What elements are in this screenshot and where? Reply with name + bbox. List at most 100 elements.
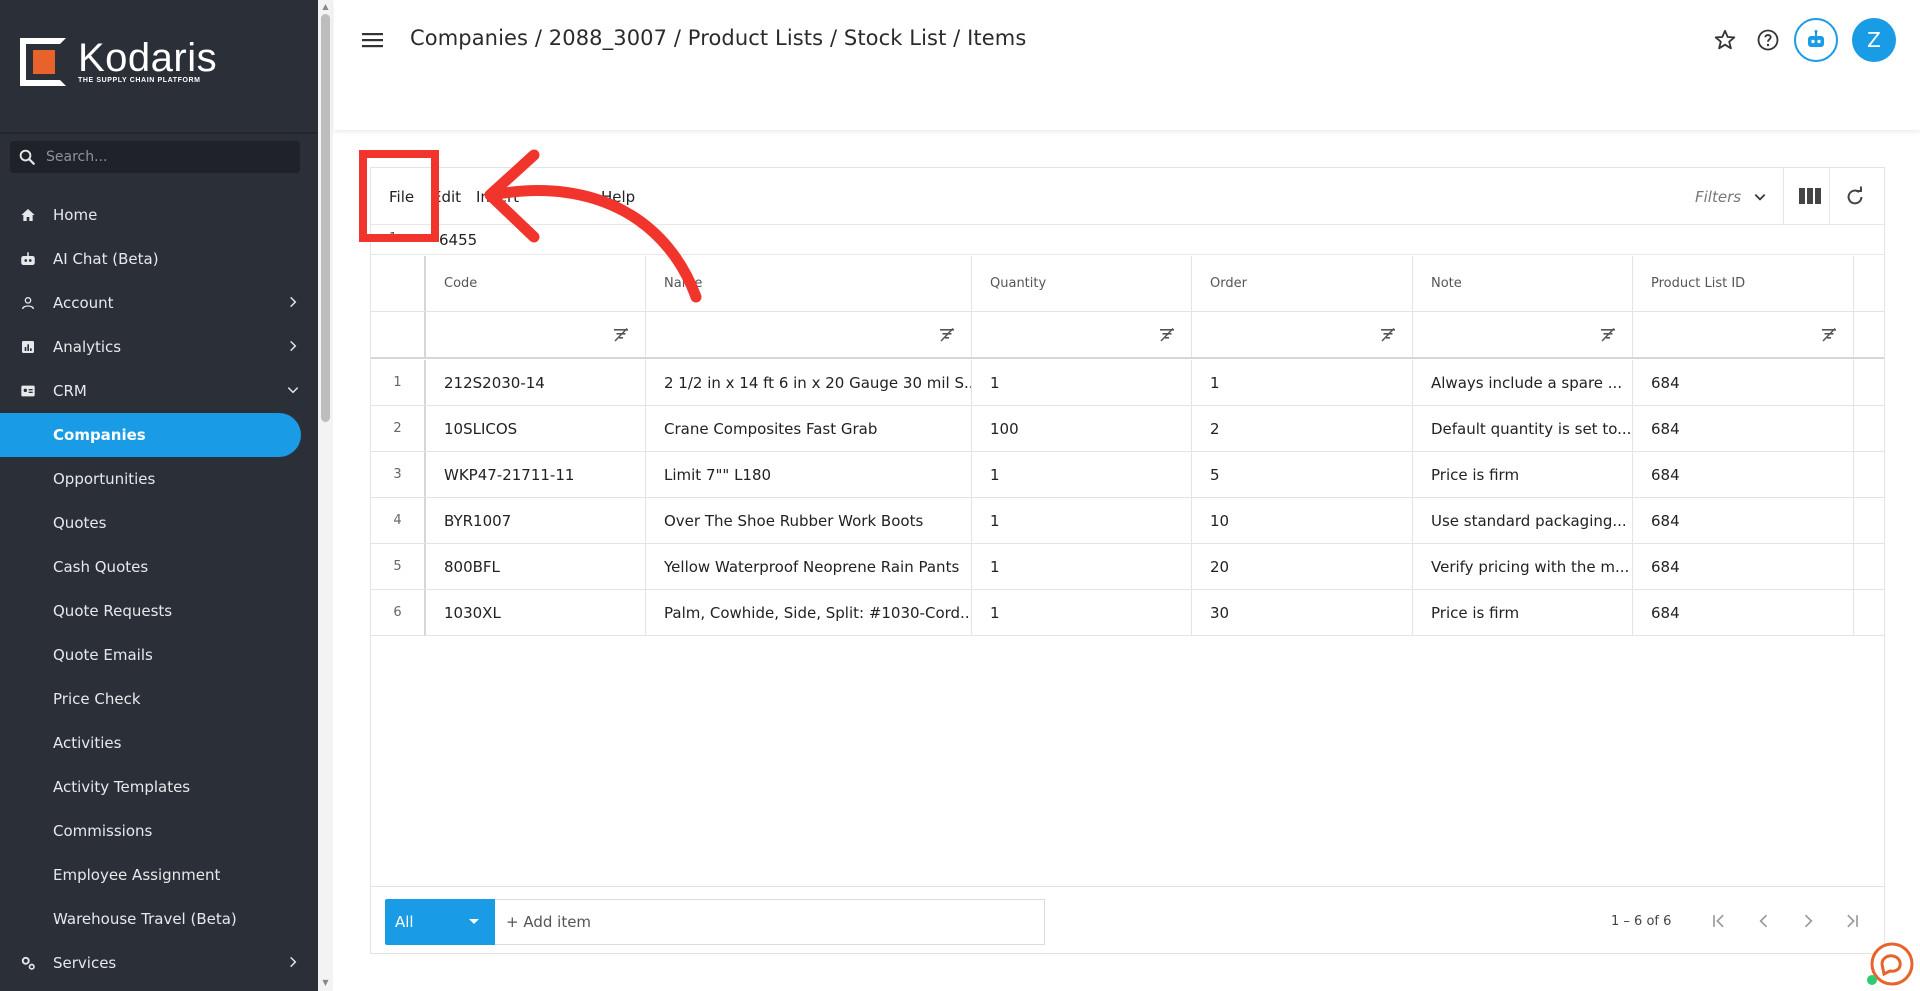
sidebar-item-employee-assignment[interactable]: Employee Assignment [0,853,318,897]
add-item-input[interactable]: + Add item [495,899,1045,945]
cell-product-list-id[interactable]: 684 [1633,360,1854,405]
cell-order[interactable]: 2 [1192,406,1413,451]
sidebar-item-price-check[interactable]: Price Check [0,677,318,721]
filter-cell-name[interactable] [646,312,972,357]
filter-off-icon[interactable] [939,327,955,342]
filter-cell-order[interactable] [1192,312,1413,357]
cell-code[interactable]: 800BFL [426,544,646,589]
scroll-down-icon[interactable]: ▼ [320,979,331,987]
table-row[interactable]: 5 800BFL Yellow Waterproof Neoprene Rain… [371,544,1884,590]
cell-quantity[interactable]: 1 [972,360,1192,405]
sidebar-item-opportunities[interactable]: Opportunities [0,457,318,501]
cell-product-list-id[interactable]: 684 [1633,406,1854,451]
chat-widget-icon[interactable] [1866,938,1914,986]
cell-name[interactable]: Limit 7"" L180 [646,452,972,497]
table-row[interactable]: 6 1030XL Palm, Cowhide, Side, Split: #10… [371,590,1884,636]
table-row[interactable]: 1 212S2030-14 2 1/2 in x 14 ft 6 in x 20… [371,360,1884,406]
column-header-quantity[interactable]: Quantity [972,256,1192,311]
cell-name[interactable]: Yellow Waterproof Neoprene Rain Pants [646,544,972,589]
sidebar-item-warehouse-travel[interactable]: Warehouse Travel (Beta) [0,897,318,941]
menu-icon[interactable] [362,30,384,54]
kodaris-logo[interactable]: Kodaris THE SUPPLY CHAIN PLATFORM [20,38,217,86]
sidebar-item-cash-quotes[interactable]: Cash Quotes [0,545,318,589]
sidebar-item-quote-requests[interactable]: Quote Requests [0,589,318,633]
cell-product-list-id[interactable]: 684 [1633,498,1854,543]
sidebar-item-label: Employee Assignment [53,866,221,884]
filter-cell-note[interactable] [1413,312,1633,357]
column-header-product-list-id[interactable]: Product List ID [1633,256,1854,311]
cell-product-list-id[interactable]: 684 [1633,590,1854,635]
search-input[interactable] [46,149,286,165]
table-row[interactable]: 3 WKP47-21711-11 Limit 7"" L180 1 5 Pric… [371,452,1884,498]
sidebar-item-services[interactable]: Services [0,941,318,985]
view-select[interactable]: All [385,899,495,945]
first-page-icon[interactable] [1709,911,1729,935]
cell-note[interactable]: Default quantity is set to... [1413,406,1633,451]
chevron-right-icon [290,296,297,308]
cell-code[interactable]: WKP47-21711-11 [426,452,646,497]
avatar[interactable]: Z [1852,18,1896,62]
cell-code[interactable]: 1030XL [426,590,646,635]
filter-off-icon[interactable] [1600,327,1616,342]
cell-quantity[interactable]: 1 [972,544,1192,589]
table-row[interactable]: 4 BYR1007 Over The Shoe Rubber Work Boot… [371,498,1884,544]
column-header-order[interactable]: Order [1192,256,1413,311]
cell-code[interactable]: 212S2030-14 [426,360,646,405]
prev-page-icon[interactable] [1754,911,1774,935]
cell-order[interactable]: 30 [1192,590,1413,635]
help-icon[interactable] [1753,25,1783,55]
cell-note[interactable]: Price is firm [1413,452,1633,497]
sidebar-item-ai-chat[interactable]: AI Chat (Beta) [0,237,318,281]
sidebar-item-home[interactable]: Home [0,193,318,237]
cell-quantity[interactable]: 100 [972,406,1192,451]
cell-order[interactable]: 1 [1192,360,1413,405]
cell-note[interactable]: Price is firm [1413,590,1633,635]
cell-quantity[interactable]: 1 [972,590,1192,635]
cell-name[interactable]: Palm, Cowhide, Side, Split: #1030-Cord..… [646,590,972,635]
cell-name[interactable]: 2 1/2 in x 14 ft 6 in x 20 Gauge 30 mil … [646,360,972,405]
columns-icon[interactable] [1799,187,1821,209]
sidebar-item-quote-emails[interactable]: Quote Emails [0,633,318,677]
sidebar-item-commissions[interactable]: Commissions [0,809,318,853]
sidebar-item-companies[interactable]: Companies [0,413,301,457]
sidebar-scrollbar-thumb[interactable] [321,14,330,422]
sidebar-search[interactable] [10,141,300,173]
ai-assistant-button[interactable] [1794,18,1838,62]
sidebar-item-analytics[interactable]: Analytics [0,325,318,369]
cell-note[interactable]: Always include a spare ... [1413,360,1633,405]
cell-code[interactable]: 10SLICOS [426,406,646,451]
filters-dropdown[interactable]: Filters [1695,188,1767,206]
filter-cell-quantity[interactable] [972,312,1192,357]
refresh-icon[interactable] [1844,186,1866,212]
last-page-icon[interactable] [1842,911,1862,935]
sidebar-item-account[interactable]: Account [0,281,318,325]
robot-icon [1808,30,1824,47]
cell-product-list-id[interactable]: 684 [1633,544,1854,589]
table-row[interactable]: 2 10SLICOS Crane Composites Fast Grab 10… [371,406,1884,452]
cell-name[interactable]: Crane Composites Fast Grab [646,406,972,451]
filter-off-icon[interactable] [613,327,629,342]
sidebar-item-activities[interactable]: Activities [0,721,318,765]
filter-off-icon[interactable] [1380,327,1396,342]
filter-cell-code[interactable] [426,312,646,357]
scroll-up-icon[interactable]: ▲ [320,3,331,11]
cell-note[interactable]: Verify pricing with the m... [1413,544,1633,589]
column-header-note[interactable]: Note [1413,256,1633,311]
cell-order[interactable]: 20 [1192,544,1413,589]
cell-quantity[interactable]: 1 [972,452,1192,497]
cell-code[interactable]: BYR1007 [426,498,646,543]
filter-off-icon[interactable] [1159,327,1175,342]
sidebar-item-activity-templates[interactable]: Activity Templates [0,765,318,809]
filter-cell-product-list-id[interactable] [1633,312,1854,357]
cell-quantity[interactable]: 1 [972,498,1192,543]
filter-off-icon[interactable] [1821,327,1837,342]
cell-note[interactable]: Use standard packaging... [1413,498,1633,543]
cell-order[interactable]: 5 [1192,452,1413,497]
cell-order[interactable]: 10 [1192,498,1413,543]
sidebar-item-crm[interactable]: CRM [0,369,318,413]
next-page-icon[interactable] [1798,911,1818,935]
cell-name[interactable]: Over The Shoe Rubber Work Boots [646,498,972,543]
star-icon[interactable] [1710,25,1740,55]
sidebar-item-quotes[interactable]: Quotes [0,501,318,545]
cell-product-list-id[interactable]: 684 [1633,452,1854,497]
